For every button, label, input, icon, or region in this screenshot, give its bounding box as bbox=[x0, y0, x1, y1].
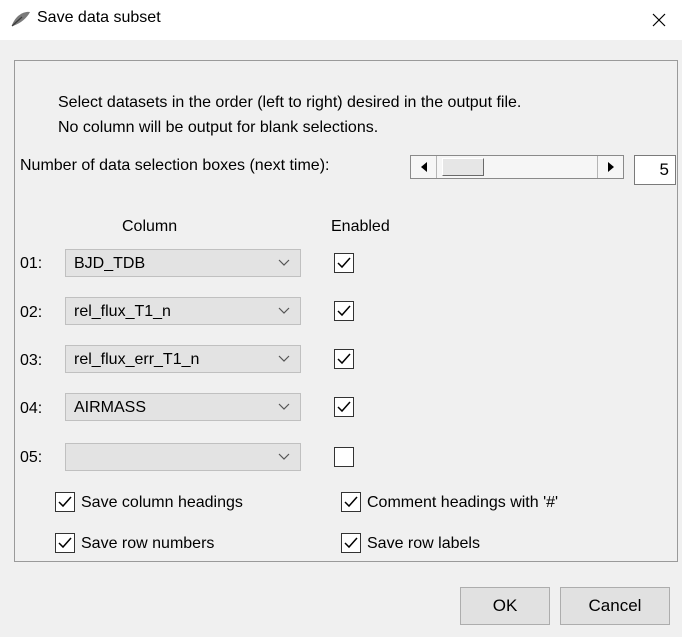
title-bar: Save data subset bbox=[0, 0, 682, 40]
row-label: 02: bbox=[20, 304, 43, 321]
ok-button[interactable]: OK bbox=[460, 587, 550, 625]
column-select[interactable] bbox=[65, 443, 301, 471]
enabled-checkbox[interactable] bbox=[334, 301, 354, 321]
selection-boxes-value[interactable]: 5 bbox=[634, 155, 676, 185]
arrow-left-icon bbox=[420, 162, 427, 172]
scroll-left-button[interactable] bbox=[411, 156, 437, 178]
column-header: Column bbox=[122, 218, 178, 235]
chevron-down-icon bbox=[278, 453, 290, 460]
check-icon bbox=[337, 401, 351, 413]
check-icon bbox=[337, 305, 351, 317]
column-select[interactable]: rel_flux_err_T1_n bbox=[65, 345, 301, 373]
close-button[interactable] bbox=[636, 0, 682, 40]
save-row-numbers-checkbox[interactable] bbox=[55, 533, 75, 553]
selection-boxes-label: Number of data selection boxes (next tim… bbox=[20, 157, 330, 174]
column-select-value: rel_flux_T1_n bbox=[74, 303, 171, 320]
check-icon bbox=[337, 257, 351, 269]
column-select-value: rel_flux_err_T1_n bbox=[74, 351, 200, 368]
comment-headings-label[interactable]: Comment headings with '#' bbox=[367, 494, 558, 512]
column-select-value: BJD_TDB bbox=[74, 255, 146, 272]
enabled-header: Enabled bbox=[331, 218, 390, 235]
save-row-labels-label[interactable]: Save row labels bbox=[367, 535, 480, 553]
save-column-headings-label[interactable]: Save column headings bbox=[81, 494, 243, 512]
column-select[interactable]: AIRMASS bbox=[65, 393, 301, 421]
save-column-headings-checkbox[interactable] bbox=[55, 492, 75, 512]
enabled-checkbox[interactable] bbox=[334, 349, 354, 369]
row-label: 01: bbox=[20, 255, 43, 272]
check-icon bbox=[337, 353, 351, 365]
instruction-line-1: Select datasets in the order (left to ri… bbox=[58, 94, 522, 111]
chevron-down-icon bbox=[278, 355, 290, 362]
chevron-down-icon bbox=[278, 259, 290, 266]
save-row-labels-checkbox[interactable] bbox=[341, 533, 361, 553]
check-icon bbox=[344, 496, 358, 508]
cancel-button[interactable]: Cancel bbox=[560, 587, 670, 625]
comment-headings-checkbox[interactable] bbox=[341, 492, 361, 512]
row-label: 04: bbox=[20, 400, 43, 417]
feather-icon bbox=[10, 10, 32, 28]
enabled-checkbox[interactable] bbox=[334, 253, 354, 273]
row-label: 03: bbox=[20, 352, 43, 369]
arrow-right-icon bbox=[607, 162, 614, 172]
chevron-down-icon bbox=[278, 307, 290, 314]
selection-boxes-slider[interactable] bbox=[410, 155, 624, 179]
save-row-numbers-label[interactable]: Save row numbers bbox=[81, 535, 214, 553]
enabled-checkbox[interactable] bbox=[334, 397, 354, 417]
check-icon bbox=[58, 496, 72, 508]
window-title: Save data subset bbox=[37, 9, 161, 26]
enabled-checkbox[interactable] bbox=[334, 447, 354, 467]
column-select-value: AIRMASS bbox=[74, 399, 147, 416]
scroll-right-button[interactable] bbox=[597, 156, 623, 178]
check-icon bbox=[58, 537, 72, 549]
check-icon bbox=[344, 537, 358, 549]
close-icon bbox=[652, 13, 666, 27]
slider-thumb[interactable] bbox=[442, 158, 484, 176]
column-select[interactable]: rel_flux_T1_n bbox=[65, 297, 301, 325]
column-select[interactable]: BJD_TDB bbox=[65, 249, 301, 277]
chevron-down-icon bbox=[278, 403, 290, 410]
instruction-line-2: No column will be output for blank selec… bbox=[58, 119, 379, 136]
row-label: 05: bbox=[20, 449, 43, 466]
